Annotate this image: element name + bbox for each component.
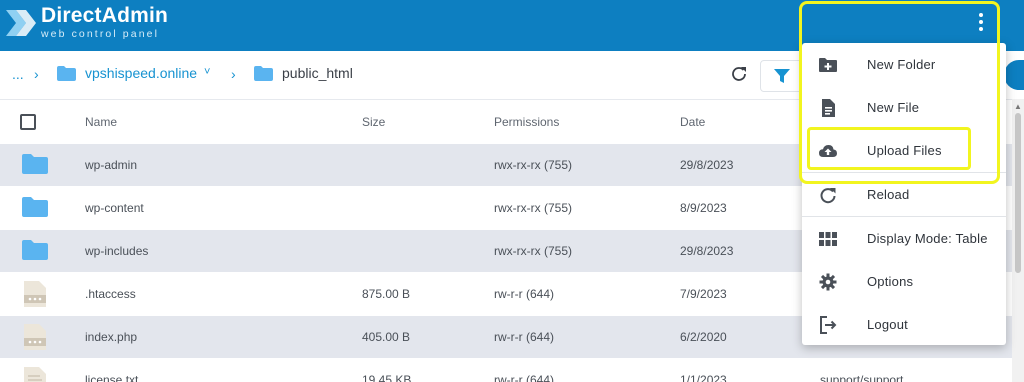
file-permissions: rwx-rx-rx (755) xyxy=(494,201,572,215)
reload-icon xyxy=(820,188,836,204)
menu-item-label: Options xyxy=(867,274,914,289)
file-name[interactable]: wp-admin xyxy=(85,158,137,172)
grid-icon xyxy=(819,232,837,246)
brand-name: DirectAdmin xyxy=(41,4,169,27)
menu-item-label: Logout xyxy=(867,317,908,332)
file-name[interactable]: index.php xyxy=(85,330,137,344)
highlight-box-upload xyxy=(807,127,971,170)
breadcrumb-current[interactable]: public_html xyxy=(282,65,353,81)
folder-icon xyxy=(57,66,76,81)
breadcrumb-separator: › xyxy=(231,66,236,82)
directadmin-logo-icon xyxy=(6,10,36,36)
menu-item-display-mode[interactable]: Display Mode: Table xyxy=(802,217,1006,260)
folder-icon xyxy=(22,240,48,260)
file-size: 875.00 B xyxy=(362,287,411,301)
select-all-checkbox[interactable] xyxy=(20,114,36,130)
scroll-up-icon[interactable]: ▲ xyxy=(1014,102,1022,111)
menu-item-logout[interactable]: Logout xyxy=(802,303,1006,346)
filter-icon xyxy=(774,69,790,83)
refresh-icon[interactable] xyxy=(730,65,748,83)
file-date: 29/8/2023 xyxy=(680,244,734,258)
breadcrumb-ellipsis[interactable]: ... xyxy=(12,66,24,82)
column-permissions[interactable]: Permissions xyxy=(494,115,559,129)
file-date: 29/8/2023 xyxy=(680,158,734,172)
column-size[interactable]: Size xyxy=(362,115,385,129)
menu-item-label: Display Mode: Table xyxy=(867,231,988,246)
text-file-icon xyxy=(24,367,46,382)
file-size: 405.00 B xyxy=(362,330,411,344)
file-permissions: rwx-rx-rx (755) xyxy=(494,244,572,258)
file-name[interactable]: wp-content xyxy=(85,201,144,215)
file-name[interactable]: wp-includes xyxy=(85,244,148,258)
column-name[interactable]: Name xyxy=(85,115,117,129)
file-owner: support/support xyxy=(820,373,904,382)
brand-tagline: web control panel xyxy=(41,28,160,40)
file-date: 1/1/2023 xyxy=(680,373,727,382)
logout-icon xyxy=(820,316,837,334)
chevron-down-icon[interactable]: ˅ xyxy=(204,66,210,78)
file-icon xyxy=(24,281,46,307)
file-date: 6/2/2020 xyxy=(680,330,727,344)
table-row[interactable]: license.txt 19.45 KB rw-r-r (644) 1/1/20… xyxy=(0,358,1012,382)
folder-icon xyxy=(22,154,48,174)
folder-icon xyxy=(22,197,48,217)
breadcrumb-domain[interactable]: vpshispeed.online xyxy=(85,65,197,81)
gear-icon xyxy=(819,273,837,291)
menu-item-label: Reload xyxy=(867,187,910,202)
file-size: 19.45 KB xyxy=(362,373,412,382)
file-permissions: rw-r-r (644) xyxy=(494,373,554,382)
menu-item-options[interactable]: Options xyxy=(802,260,1006,303)
filter-button[interactable] xyxy=(760,60,804,92)
folder-icon xyxy=(254,66,273,81)
brand[interactable]: DirectAdmin web control panel xyxy=(41,4,169,41)
file-permissions: rw-r-r (644) xyxy=(494,330,554,344)
file-date: 8/9/2023 xyxy=(680,201,727,215)
breadcrumb-separator: › xyxy=(34,66,39,82)
file-permissions: rwx-rx-rx (755) xyxy=(494,158,572,172)
scrollbar-thumb[interactable] xyxy=(1015,113,1021,273)
column-date[interactable]: Date xyxy=(680,115,705,129)
file-icon xyxy=(24,324,46,350)
file-name[interactable]: license.txt xyxy=(85,373,138,382)
vertical-scrollbar[interactable]: ▲ xyxy=(1012,99,1024,382)
file-permissions: rw-r-r (644) xyxy=(494,287,554,301)
file-date: 7/9/2023 xyxy=(680,287,727,301)
file-name[interactable]: .htaccess xyxy=(85,287,136,301)
